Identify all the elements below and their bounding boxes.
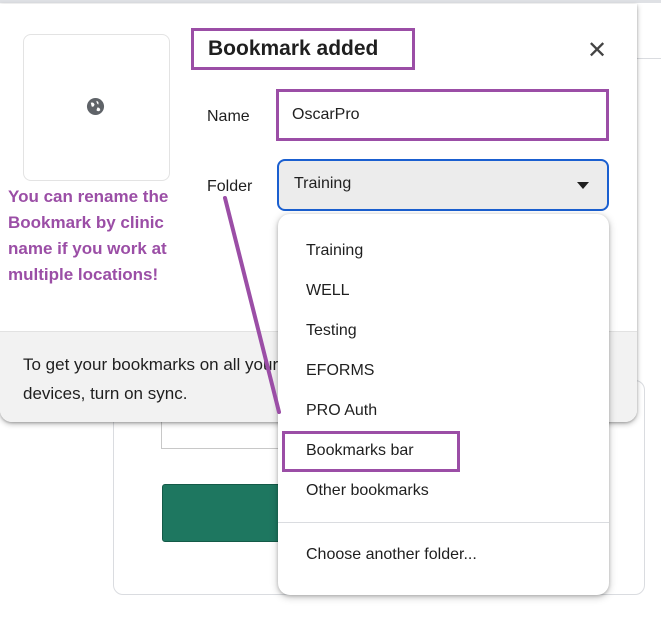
menu-item-well[interactable]: WELL: [278, 272, 609, 312]
menu-item-label: Other bookmarks: [306, 482, 429, 499]
edge-divider: [637, 58, 661, 59]
folder-select[interactable]: Training: [277, 159, 609, 211]
name-field[interactable]: [276, 89, 609, 141]
menu-item-label: Choose another folder...: [306, 546, 477, 563]
menu-item-label: Training: [306, 242, 364, 259]
sync-message: To get your bookmarks on all your device…: [23, 355, 279, 403]
menu-item-label: Testing: [306, 322, 357, 339]
menu-item-label: EFORMS: [306, 362, 375, 379]
close-icon[interactable]: ✕: [584, 38, 610, 64]
menu-item-label: WELL: [306, 282, 350, 299]
menu-item-choose-another-folder[interactable]: Choose another folder...: [278, 536, 609, 576]
menu-item-training[interactable]: Training: [278, 232, 609, 272]
menu-item-label: PRO Auth: [306, 402, 378, 419]
folder-select-value: Training: [294, 175, 352, 192]
name-input[interactable]: [292, 104, 582, 126]
menu-divider: [278, 522, 609, 523]
folder-label: Folder: [207, 178, 253, 195]
dialog-title: Bookmark added: [191, 28, 415, 70]
menu-item-testing[interactable]: Testing: [278, 312, 609, 352]
folder-dropdown-menu: Training WELL Testing EFORMS PRO Auth Bo…: [278, 214, 609, 595]
chevron-down-icon: [577, 182, 589, 189]
menu-item-other-bookmarks[interactable]: Other bookmarks: [278, 472, 609, 512]
name-label: Name: [207, 108, 250, 125]
menu-item-eforms[interactable]: EFORMS: [278, 352, 609, 392]
globe-icon: [86, 97, 105, 116]
top-divider: [0, 0, 661, 3]
bookmarks-bar-highlight: [282, 431, 460, 472]
annotation-text: You can rename the Bookmark by clinic na…: [8, 187, 169, 284]
menu-item-pro-auth[interactable]: PRO Auth: [278, 392, 609, 432]
